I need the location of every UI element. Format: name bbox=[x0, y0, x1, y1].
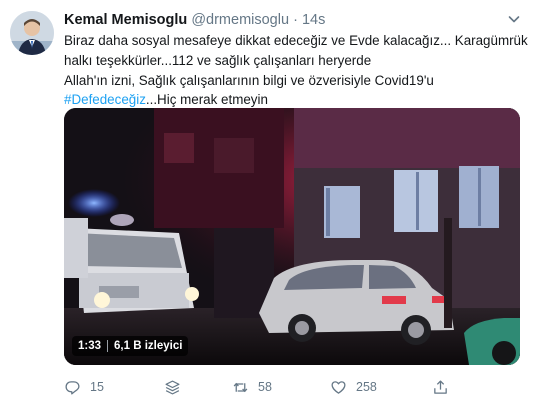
tweet-header: Kemal Memisoglu @drmemisoglu · 14s bbox=[64, 12, 325, 28]
retweet-count: 58 bbox=[258, 380, 272, 394]
heart-icon bbox=[331, 380, 346, 394]
tweet[interactable]: Kemal Memisoglu @drmemisoglu · 14s Biraz… bbox=[0, 0, 533, 404]
video-frame bbox=[64, 108, 520, 365]
avatar-image bbox=[10, 11, 54, 55]
like-button[interactable]: 258 bbox=[330, 377, 377, 397]
video-stats-badge: 1:33 6,1 B izleyici bbox=[72, 336, 189, 356]
video-view-count: 6,1 B izleyici bbox=[114, 340, 183, 352]
tweet-text-line: Biraz daha sosyal mesafeye dikkat edeceğ… bbox=[64, 33, 528, 48]
chevron-down-icon[interactable] bbox=[507, 12, 521, 26]
reply-button[interactable]: 15 bbox=[64, 377, 104, 397]
tweet-text-tail: ...Hiç merak etmeyin bbox=[145, 92, 268, 108]
thread-button[interactable] bbox=[164, 377, 181, 397]
thread-stack-icon bbox=[165, 380, 180, 394]
video-duration: 1:33 bbox=[78, 340, 102, 352]
badge-divider bbox=[107, 340, 109, 352]
retweet-button[interactable]: 58 bbox=[232, 377, 272, 397]
avatar[interactable] bbox=[10, 11, 54, 55]
share-button[interactable] bbox=[432, 377, 449, 397]
author-name[interactable]: Kemal Memisoglu bbox=[64, 12, 187, 28]
share-icon bbox=[434, 379, 447, 394]
like-count: 258 bbox=[356, 380, 377, 394]
tweet-text-line: Allah'ın izni, Sağlık çalışanlarının bil… bbox=[64, 72, 434, 88]
separator-dot: · bbox=[293, 12, 298, 28]
tweet-text-line: halkı teşekkürler...112 ve sağlık çalışa… bbox=[64, 52, 372, 68]
hashtag-link[interactable]: #Defedeceğiz bbox=[64, 92, 146, 107]
reply-icon bbox=[65, 380, 80, 395]
tweet-actions: 15 58 258 bbox=[64, 377, 520, 397]
video-player[interactable]: 1:33 6,1 B izleyici bbox=[64, 108, 520, 365]
author-handle[interactable]: @drmemisoglu bbox=[191, 12, 289, 28]
tweet-time[interactable]: 14s bbox=[302, 12, 325, 28]
retweet-icon bbox=[233, 382, 248, 392]
tweet-text: Biraz daha sosyal mesafeye dikkat edeceğ… bbox=[64, 31, 528, 110]
reply-count: 15 bbox=[90, 380, 104, 394]
